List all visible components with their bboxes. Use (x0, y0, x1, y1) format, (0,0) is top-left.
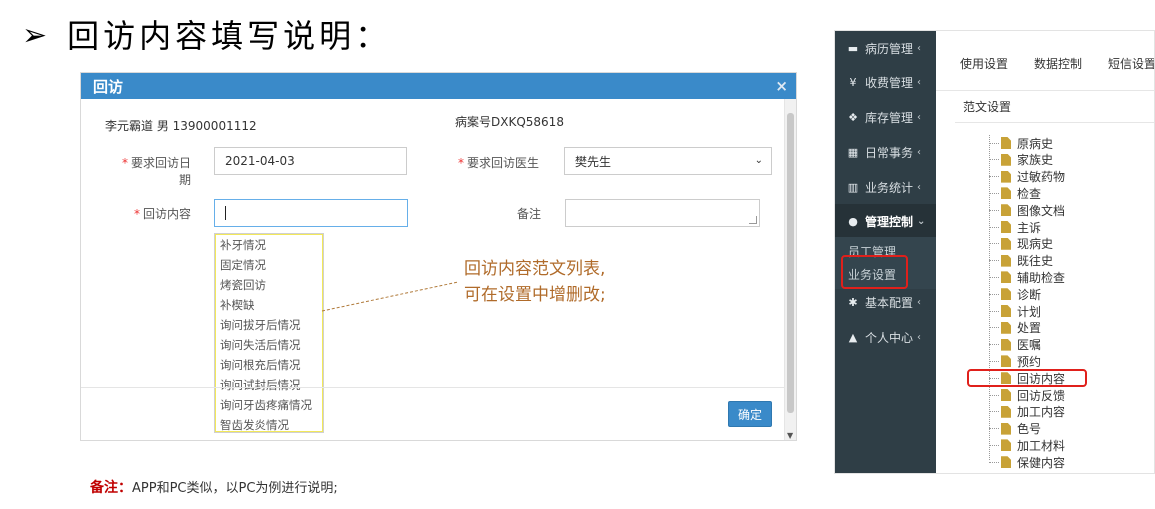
tree-item[interactable]: 现病史 (989, 236, 1053, 252)
tab-sms[interactable]: 短信设置 (1108, 55, 1154, 72)
sidebar-item-inventory[interactable]: ❖ 库存管理 ‹ (835, 100, 936, 134)
settings-tabs: 使用设置 数据控制 短信设置 (936, 31, 1154, 91)
file-icon (1001, 456, 1011, 469)
sidebar-item-daily[interactable]: ▦ 日常事务 ‹ (835, 135, 936, 169)
tree-item[interactable]: 既往史 (989, 253, 1053, 269)
file-icon (1001, 221, 1011, 233)
tree-item[interactable]: 色号 (989, 421, 1041, 437)
annotation-text: 回访内容范文列表, 可在设置中增删改; (464, 259, 606, 305)
cubes-icon: ❖ (848, 110, 858, 124)
tree-item[interactable]: 过敏药物 (989, 169, 1065, 185)
footnote: 备注：APP和PC类似，以PC为例进行说明; (90, 477, 338, 497)
tree-item[interactable]: 回访反馈 (989, 387, 1065, 403)
file-icon (1001, 254, 1011, 267)
file-icon (1001, 271, 1011, 284)
yen-icon: ¥ (849, 75, 857, 89)
tree-item[interactable]: 加工内容 (989, 404, 1065, 420)
sidebar-item-profile[interactable]: ▲ 个人中心 ‹ (835, 320, 936, 354)
tree-item[interactable]: 计划 (989, 303, 1041, 319)
tree-item[interactable]: 图像文档 (989, 202, 1065, 218)
footnote-text: APP和PC类似，以PC为例进行说明; (132, 481, 338, 496)
file-icon (1001, 288, 1011, 301)
tree-item[interactable]: 辅助检查 (989, 269, 1065, 285)
tree-item[interactable]: 检查 (989, 185, 1041, 201)
file-icon (1001, 321, 1011, 334)
tree-item[interactable]: 保健内容 (989, 454, 1065, 470)
settings-screenshot: ▬ 病历管理 ‹ ¥ 收费管理 ‹ ❖ 库存管理 ‹ ▦ 日常事务 ‹ ▥ 业务统计 ‹ … (834, 30, 1155, 474)
tree-item[interactable]: 处置 (989, 320, 1041, 336)
sidebar-item-admin[interactable]: ● 管理控制 ⌄ (835, 204, 936, 238)
file-icon (1001, 187, 1011, 200)
file-icon (1001, 153, 1011, 166)
file-icon (1001, 405, 1011, 418)
file-icon (1001, 237, 1011, 250)
file-icon (1001, 338, 1011, 351)
file-icon (1001, 137, 1011, 149)
file-icon (1001, 170, 1011, 183)
tree-item[interactable]: 家族史 (989, 152, 1053, 168)
sidebar-item-config[interactable]: ✱ 基本配置 ‹ (835, 285, 936, 319)
gear-icon: ✱ (848, 295, 858, 309)
bar-chart-icon: ▥ (847, 180, 859, 194)
tree-item[interactable]: 诊断 (989, 286, 1041, 302)
tree-item[interactable]: 医嘱 (989, 337, 1041, 353)
calendar-icon: ▦ (847, 145, 859, 159)
section-title: 范文设置 (963, 100, 1012, 114)
file-icon (1001, 422, 1011, 435)
highlight-box (967, 369, 1087, 387)
sidebar-item-records[interactable]: ▬ 病历管理 ‹ (835, 31, 936, 65)
bed-icon: ▬ (847, 41, 859, 55)
sidebar-item-billing[interactable]: ¥ 收费管理 ‹ (835, 65, 936, 99)
tree-item[interactable]: 加工材料 (989, 437, 1065, 453)
tree-item[interactable]: 主诉 (989, 219, 1041, 235)
user-icon: ▲ (848, 330, 858, 344)
file-icon (1001, 305, 1011, 317)
tab-data-control[interactable]: 数据控制 (1034, 55, 1082, 72)
section-divider (955, 122, 1154, 123)
tree-item[interactable]: 原病史 (989, 135, 1053, 151)
highlight-box (841, 255, 908, 289)
file-icon (1001, 439, 1011, 452)
tab-usage[interactable]: 使用设置 (960, 55, 1008, 72)
file-icon (1001, 389, 1011, 401)
footnote-label: 备注： (90, 480, 132, 496)
sidebar: ▬ 病历管理 ‹ ¥ 收费管理 ‹ ❖ 库存管理 ‹ ▦ 日常事务 ‹ ▥ 业务统计 ‹ … (835, 31, 936, 473)
sidebar-item-stats[interactable]: ▥ 业务统计 ‹ (835, 170, 936, 204)
file-icon (1001, 204, 1011, 217)
lock-icon: ● (848, 214, 858, 228)
file-icon (1001, 355, 1011, 368)
tree-item[interactable]: 预约 (989, 353, 1041, 369)
